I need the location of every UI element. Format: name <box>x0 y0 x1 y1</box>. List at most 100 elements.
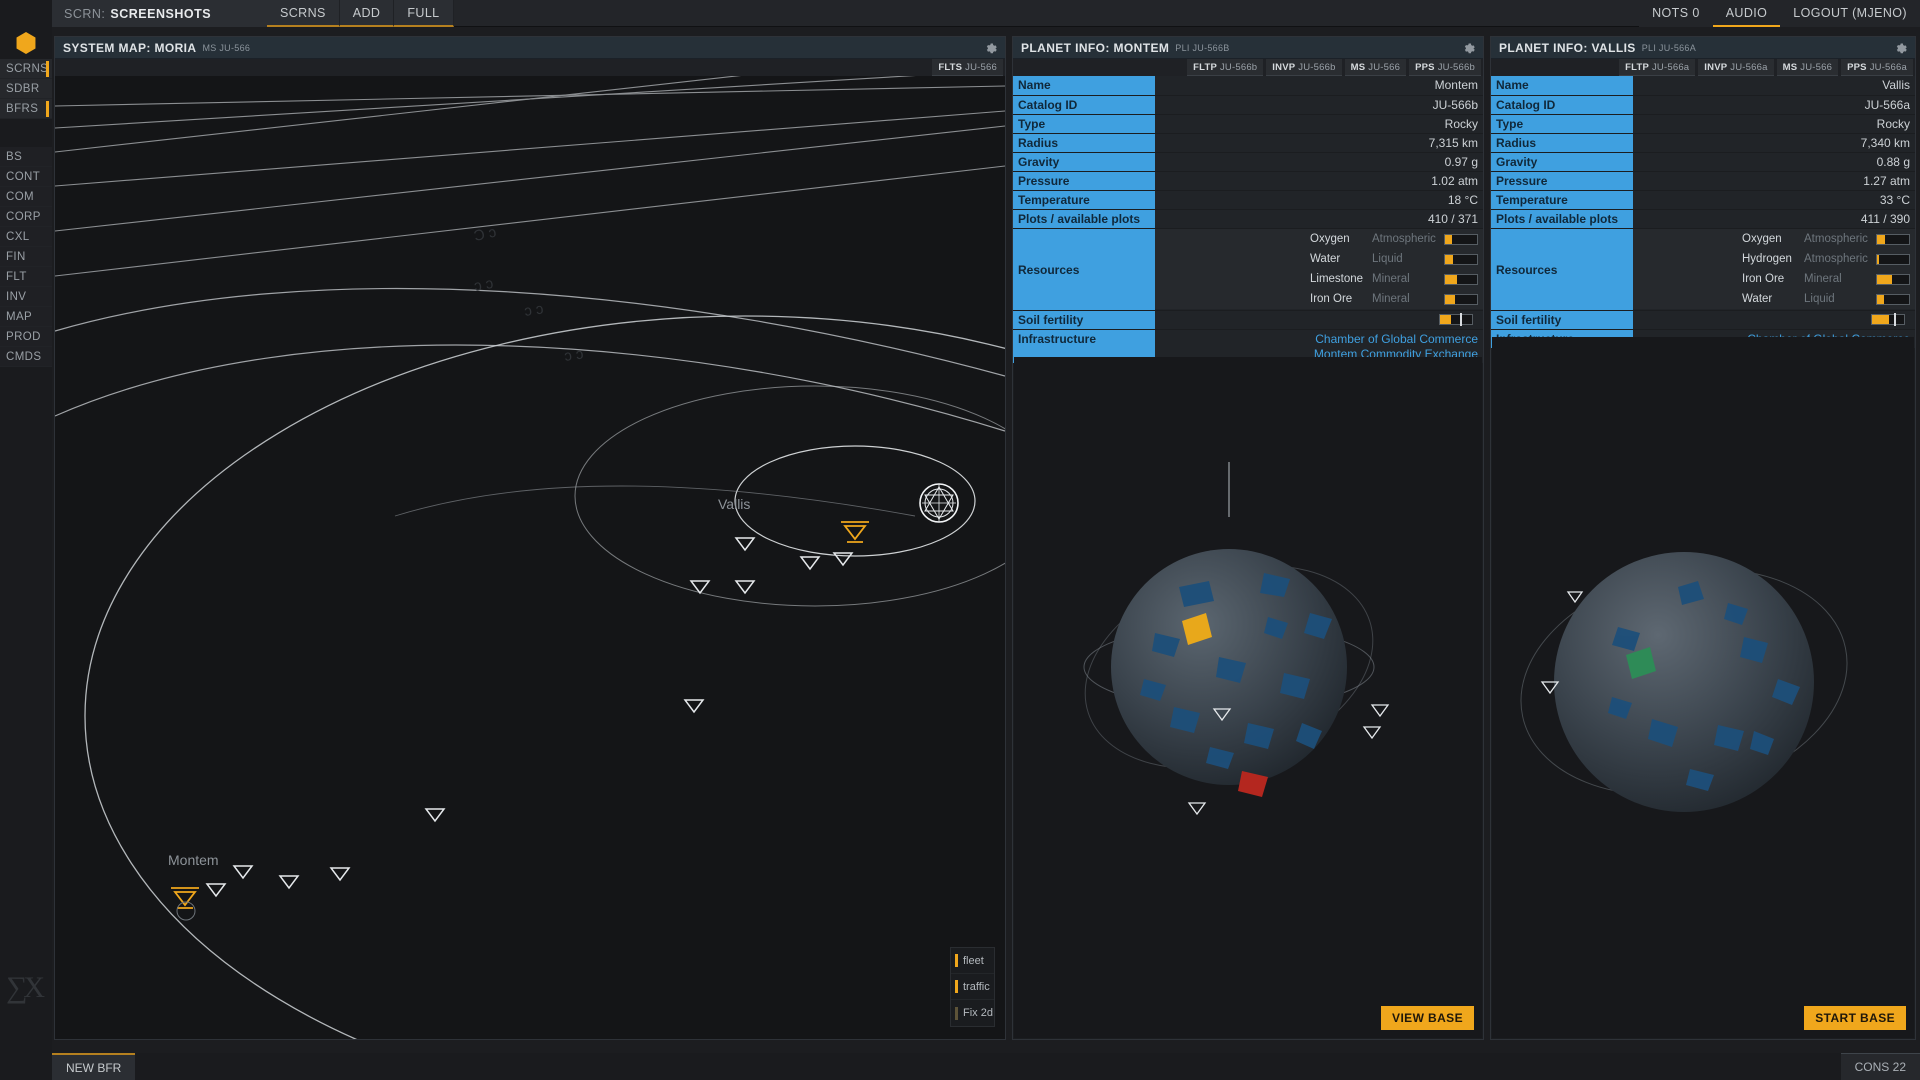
top-button-full[interactable]: FULL <box>394 0 454 27</box>
vallis-header: PLANET INFO: VALLIS PLI JU-566A <box>1491 37 1915 59</box>
legend-item-traffic[interactable]: traffic <box>951 974 994 1000</box>
tab-pps[interactable]: PPS JU-566a <box>1841 59 1913 76</box>
row-value: Rocky <box>1633 114 1915 134</box>
tab-code: INVP <box>1272 61 1296 73</box>
sidebar-item-fin[interactable]: FIN <box>0 247 52 267</box>
tab-ms[interactable]: MS JU-566 <box>1776 59 1839 76</box>
map-label-vallis[interactable]: Vallis <box>718 496 750 512</box>
resource-type: Liquid <box>1372 253 1403 265</box>
tab-id: JU-566b <box>1298 61 1336 73</box>
sidebar-item-com[interactable]: COM <box>0 187 52 207</box>
row-value: Vallis <box>1633 76 1915 96</box>
top-button-scrns[interactable]: SCRNS <box>267 0 340 27</box>
sidebar-item-sdbr[interactable]: SDBR <box>0 79 52 99</box>
system-map-header: SYSTEM MAP: MORIA MS JU-566 <box>55 37 1005 59</box>
gear-icon[interactable] <box>984 41 997 54</box>
list-item: Water Liquid <box>1633 289 1915 309</box>
logout-button[interactable]: LOGOUT (MJENO) <box>1780 0 1920 27</box>
gear-icon[interactable] <box>1894 41 1907 54</box>
montem-title: PLANET INFO: MONTEM <box>1021 40 1170 55</box>
sidebar-item-cmds[interactable]: CMDS <box>0 347 52 367</box>
tab-id: JU-566 <box>1800 61 1833 73</box>
soil-row: Soil fertility <box>1491 310 1915 330</box>
row-value: 7,340 km <box>1633 133 1915 153</box>
tab-id: JU-566b <box>1437 61 1475 73</box>
tab-code: FLTP <box>1625 61 1649 73</box>
tab-ms[interactable]: MS JU-566 <box>1344 59 1407 76</box>
sidebar-item-bfrs[interactable]: BFRS <box>0 99 52 119</box>
gear-icon[interactable] <box>1462 41 1475 54</box>
table-row: Temperature 33 °C <box>1491 190 1915 210</box>
vallis-info-table: Name Vallis Catalog ID JU-566a Type Rocky R… <box>1491 76 1915 349</box>
row-key: Plots / available plots <box>1013 209 1155 229</box>
tab-fltp[interactable]: FLTP JU-566a <box>1619 59 1696 76</box>
view-base-button[interactable]: VIEW BASE <box>1381 1006 1474 1030</box>
row-key: Temperature <box>1013 190 1155 210</box>
sidebar-item-label: CORP <box>6 210 41 223</box>
tab-invp[interactable]: INVP JU-566b <box>1266 59 1342 76</box>
tab-pps[interactable]: PPS JU-566b <box>1409 59 1481 76</box>
notifications-button[interactable]: NOTS 0 <box>1639 0 1713 27</box>
tab-id: JU-566a <box>1651 61 1690 73</box>
system-map-tabrow: FLTS JU-566 <box>55 59 1005 76</box>
tab-fltp[interactable]: FLTP JU-566b <box>1187 59 1264 76</box>
list-item: Hydrogen Atmospheric <box>1633 249 1915 269</box>
map-legend: fleet traffic Fix 2d <box>950 947 995 1027</box>
legend-item-fleet[interactable]: fleet <box>951 948 994 974</box>
row-key: Temperature <box>1491 190 1633 210</box>
tab-invp[interactable]: INVP JU-566a <box>1698 59 1774 76</box>
row-value: 0.88 g <box>1633 152 1915 172</box>
fix2d-color-swatch <box>955 1006 958 1020</box>
start-base-button[interactable]: START BASE <box>1804 1006 1906 1030</box>
tab-code: MS <box>1782 61 1798 73</box>
tab-flts[interactable]: FLTS JU-566 <box>932 59 1003 76</box>
sidebar: SCRNS SDBR BFRS BS CONT COM CORP CXL FIN… <box>0 27 52 1053</box>
tab-id: JU-566 <box>1368 61 1401 73</box>
resource-type: Mineral <box>1372 293 1410 305</box>
row-value: JU-566a <box>1633 95 1915 115</box>
list-item: Oxygen Atmospheric <box>1633 229 1915 249</box>
legend-item-fix2d[interactable]: Fix 2d <box>951 1000 994 1026</box>
top-button-add[interactable]: ADD <box>339 0 395 27</box>
sidebar-item-scrns[interactable]: SCRNS <box>0 59 52 79</box>
list-item: Iron Ore Mineral <box>1155 289 1483 309</box>
legend-label: Fix 2d <box>963 1007 993 1019</box>
vallis-tabrow: FLTP JU-566a INVP JU-566a MS JU-566 PPS JU-5… <box>1491 59 1915 76</box>
tab-code: FLTS <box>938 61 963 73</box>
resource-bar <box>1444 293 1478 305</box>
status-badge[interactable]: CONS 22 <box>1840 1053 1920 1080</box>
row-key: Gravity <box>1491 152 1633 172</box>
vallis-globe-view[interactable]: START BASE <box>1492 337 1914 1038</box>
row-value: 7,315 km <box>1155 133 1483 153</box>
soil-key: Soil fertility <box>1013 310 1155 330</box>
montem-globe-view[interactable]: VIEW BASE <box>1014 357 1482 1038</box>
sidebar-item-flt[interactable]: FLT <box>0 267 52 287</box>
sidebar-item-corp[interactable]: CORP <box>0 207 52 227</box>
sidebar-item-bs[interactable]: BS <box>0 147 52 167</box>
sidebar-item-prod[interactable]: PROD <box>0 327 52 347</box>
sidebar-item-inv[interactable]: INV <box>0 287 52 307</box>
table-row: Catalog ID JU-566a <box>1491 95 1915 115</box>
sidebar-item-cxl[interactable]: CXL <box>0 227 52 247</box>
resource-name: Water <box>1310 253 1341 265</box>
table-row: Gravity 0.97 g <box>1013 152 1483 172</box>
system-map-subtitle: MS JU-566 <box>202 42 251 53</box>
sidebar-item-label: CXL <box>6 230 30 243</box>
map-label-montem[interactable]: Montem <box>168 852 219 868</box>
row-value: 410 / 371 <box>1155 209 1483 229</box>
audio-button[interactable]: AUDIO <box>1712 0 1781 27</box>
row-key: Catalog ID <box>1491 95 1633 115</box>
tab-code: PPS <box>1847 61 1867 73</box>
new-bfr-button[interactable]: NEW BFR <box>52 1053 136 1080</box>
montem-globe-graphic <box>1083 462 1390 816</box>
soil-bar-wrap <box>1633 313 1910 326</box>
system-map-canvas[interactable]: Ɔ ɔ ɔ ᴐ ᴐ ɔ ᴐ ɔ Vallis Montem fleet traf… <box>55 76 1005 1039</box>
resource-bar <box>1876 293 1910 305</box>
resource-type: Mineral <box>1804 273 1842 285</box>
infrastructure-link[interactable]: Chamber of Global Commerce <box>1155 332 1478 347</box>
sidebar-item-map[interactable]: MAP <box>0 307 52 327</box>
top-bar: SCRN: SCREENSHOTS SCRNS ADD FULL NOTS 0 … <box>0 0 1920 27</box>
tab-id: JU-566a <box>1869 61 1907 73</box>
sidebar-item-cont[interactable]: CONT <box>0 167 52 187</box>
resource-name: Limestone <box>1310 273 1364 285</box>
